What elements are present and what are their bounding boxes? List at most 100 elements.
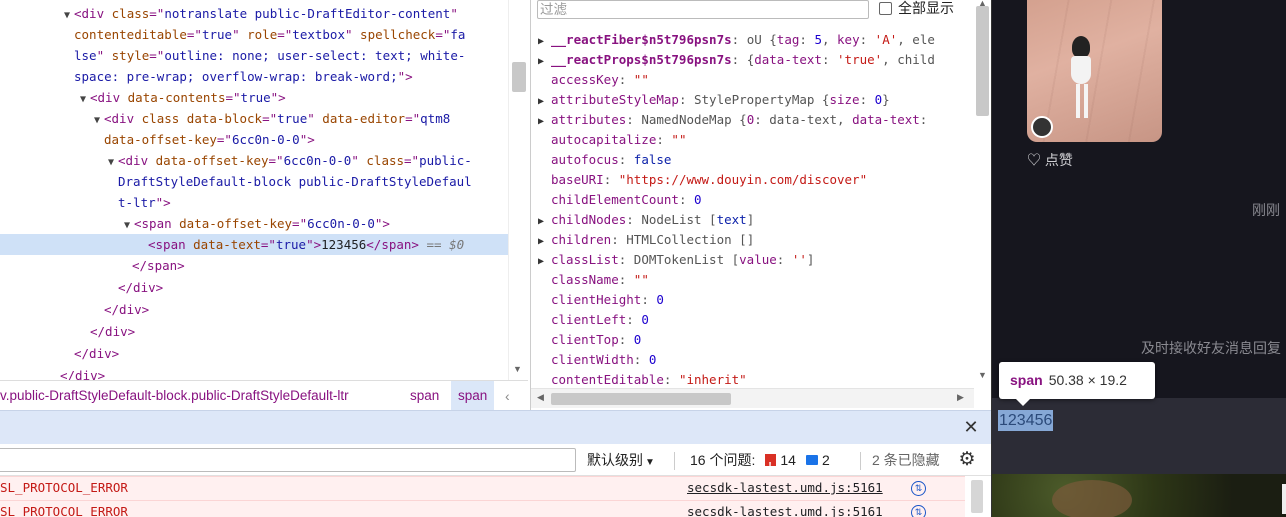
close-drawer-icon[interactable]: ✕: [961, 417, 981, 437]
dom-node[interactable]: ▼ <span data-offset-key="6cc0n-0-0">: [0, 213, 508, 234]
show-all-checkbox[interactable]: 全部显示: [879, 0, 954, 19]
property-row[interactable]: ▶ attributes: NamedNodeMap {0: data-text,…: [531, 110, 973, 130]
console-scrollbar[interactable]: [965, 476, 991, 517]
expand-triangle-icon[interactable]: ▶: [531, 92, 551, 112]
dom-token: data-text: [193, 237, 261, 252]
property-row[interactable]: autocapitalize: "": [551, 130, 973, 150]
property-row[interactable]: clientTop: 0: [551, 330, 973, 350]
issues-counter[interactable]: 16 个问题: 14 2: [690, 444, 830, 483]
property-colon: :: [618, 152, 634, 167]
dom-node[interactable]: DraftStyleDefault-block public-DraftStyl…: [0, 171, 508, 192]
dom-token: =": [149, 6, 165, 21]
like-button[interactable]: ♡ 点赞: [1027, 150, 1073, 170]
property-value: DOMTokenList [: [633, 252, 740, 267]
expand-triangle-icon[interactable]: ▶: [531, 52, 551, 72]
property-row[interactable]: ▶ children: HTMLCollection []: [531, 230, 973, 250]
scroll-down-arrow-icon[interactable]: ▼: [513, 364, 522, 374]
dom-node[interactable]: </div>: [0, 321, 508, 342]
toolbar-divider: [674, 452, 675, 470]
dom-node[interactable]: ▼ <div class data-block="true" data-edito…: [0, 108, 508, 129]
property-row[interactable]: clientWidth: 0: [551, 350, 973, 370]
console-filter-input[interactable]: [0, 448, 576, 472]
error-source-link[interactable]: secsdk-lastest.umd.js:5161: [687, 477, 883, 499]
property-key: attributes: [551, 112, 627, 127]
webpage-viewport: ♡ 点赞 刚刚 及时接收好友消息回复 span 50.38 × 19.2 1234…: [991, 0, 1286, 517]
properties-horizontal-scrollbar[interactable]: ◀ ▶: [531, 388, 974, 408]
property-row[interactable]: clientHeight: 0: [551, 290, 973, 310]
log-levels-label: 默认级别: [587, 452, 643, 468]
property-row[interactable]: ▶ __reactFiber$n5t796psn7s: oU {tag: 5, k…: [531, 30, 973, 50]
property-row[interactable]: accessKey: "": [551, 70, 973, 90]
properties-hscroll-thumb[interactable]: [551, 393, 731, 405]
elements-scrollbar[interactable]: ▼: [508, 0, 528, 380]
elements-scrollbar-thumb[interactable]: [512, 62, 526, 92]
properties-filter-input[interactable]: 过滤: [537, 0, 869, 19]
expand-triangle-icon[interactable]: ▶: [531, 32, 551, 52]
console-scrollbar-thumb[interactable]: [971, 480, 983, 513]
checkbox-icon[interactable]: [879, 2, 892, 15]
breadcrumb-scroll-left-icon[interactable]: ‹: [505, 381, 510, 410]
dom-token: =": [225, 90, 241, 105]
network-request-icon[interactable]: ⇅: [911, 481, 926, 496]
toolbar-divider: [860, 452, 861, 470]
error-source-link[interactable]: secsdk-lastest.umd.js:5161: [687, 501, 883, 517]
property-row[interactable]: baseURI: "https://www.douyin.com/discove…: [551, 170, 973, 190]
dom-token: style: [111, 48, 150, 63]
property-key: baseURI: [551, 172, 604, 187]
property-row[interactable]: ▶ childNodes: NodeList [text]: [531, 210, 973, 230]
dom-node[interactable]: t-ltr">: [0, 192, 508, 213]
expand-triangle-icon[interactable]: ▶: [531, 232, 551, 252]
property-row[interactable]: ▶ classList: DOMTokenList [value: '']: [531, 250, 973, 270]
dom-node[interactable]: </div>: [0, 365, 508, 380]
dom-node[interactable]: ▼ <div data-contents="true">: [0, 87, 508, 108]
expand-triangle-icon[interactable]: ▼: [120, 215, 134, 234]
dom-node[interactable]: ▼ <div class="notranslate public-DraftEdi…: [0, 3, 508, 24]
dom-token: == $0: [418, 237, 465, 252]
properties-scrollbar-thumb[interactable]: [976, 6, 989, 116]
property-row[interactable]: childElementCount: 0: [551, 190, 973, 210]
properties-list[interactable]: ▶ __reactFiber$n5t796psn7s: oU {tag: 5, k…: [531, 28, 973, 388]
dom-node[interactable]: ▼ <div data-offset-key="6cc0n-0-0" class=…: [0, 150, 508, 171]
console-toolbar: 默认级别▼ 16 个问题: 14 2 2 条已隐藏 ⚙: [0, 444, 991, 483]
gear-icon[interactable]: ⚙: [957, 450, 977, 470]
scroll-right-arrow-icon[interactable]: ▶: [957, 392, 964, 403]
log-levels-dropdown[interactable]: 默认级别 ▼: [587, 444, 655, 479]
dom-token: =": [262, 111, 278, 126]
dom-node[interactable]: </div>: [0, 277, 508, 298]
properties-vertical-scrollbar[interactable]: ▲ ▼: [974, 0, 990, 388]
breadcrumb-item-span-outer[interactable]: span: [403, 381, 446, 410]
dom-node-selected[interactable]: <span data-text="true">123456</span> == …: [0, 234, 508, 255]
video-thumbnail-card[interactable]: [1027, 0, 1162, 142]
breadcrumb-item-block[interactable]: v.public-DraftStyleDefault-block.public-…: [0, 381, 356, 410]
property-row[interactable]: autofocus: false: [551, 150, 973, 170]
expand-triangle-icon[interactable]: ▶: [531, 252, 551, 272]
dom-tree[interactable]: ▼ <div class="notranslate public-DraftEdi…: [0, 0, 508, 380]
scroll-left-arrow-icon[interactable]: ◀: [537, 392, 544, 403]
network-request-icon[interactable]: ⇅: [911, 505, 926, 517]
property-row[interactable]: contentEditable: "inherit": [551, 370, 973, 388]
dom-node[interactable]: </div>: [0, 343, 508, 364]
dom-node[interactable]: lse" style="outline: none; user-select: …: [0, 45, 508, 66]
dom-node[interactable]: </span>: [0, 255, 508, 276]
expand-triangle-icon[interactable]: ▼: [60, 5, 74, 24]
dom-node[interactable]: contenteditable="true" role="textbox" sp…: [0, 24, 508, 45]
expand-triangle-icon[interactable]: ▶: [531, 212, 551, 232]
message-input-area[interactable]: 123456: [992, 398, 1286, 474]
dom-node[interactable]: data-offset-key="6cc0n-0-0">: [0, 129, 508, 150]
breadcrumb-item-span-selected[interactable]: span: [451, 381, 495, 410]
scroll-down-arrow-icon[interactable]: ▼: [978, 370, 987, 380]
expand-triangle-icon[interactable]: ▶: [531, 112, 551, 132]
expand-triangle-icon[interactable]: ▼: [76, 89, 90, 108]
dom-node[interactable]: space: pre-wrap; overflow-wrap: break-wo…: [0, 66, 508, 87]
property-row[interactable]: ▶ attributeStyleMap: StylePropertyMap {si…: [531, 90, 973, 110]
property-row[interactable]: className: "": [551, 270, 973, 290]
property-value: data-text: [754, 52, 822, 67]
dom-node[interactable]: </div>: [0, 299, 508, 320]
property-row[interactable]: clientLeft: 0: [551, 310, 973, 330]
dom-token: data-editor: [322, 111, 406, 126]
video-preview-image[interactable]: [992, 474, 1286, 517]
expand-triangle-icon[interactable]: ▼: [90, 110, 104, 129]
avatar[interactable]: [1031, 116, 1053, 138]
expand-triangle-icon[interactable]: ▼: [104, 152, 118, 171]
property-row[interactable]: ▶ __reactProps$n5t796psn7s: {data-text: '…: [531, 50, 973, 70]
